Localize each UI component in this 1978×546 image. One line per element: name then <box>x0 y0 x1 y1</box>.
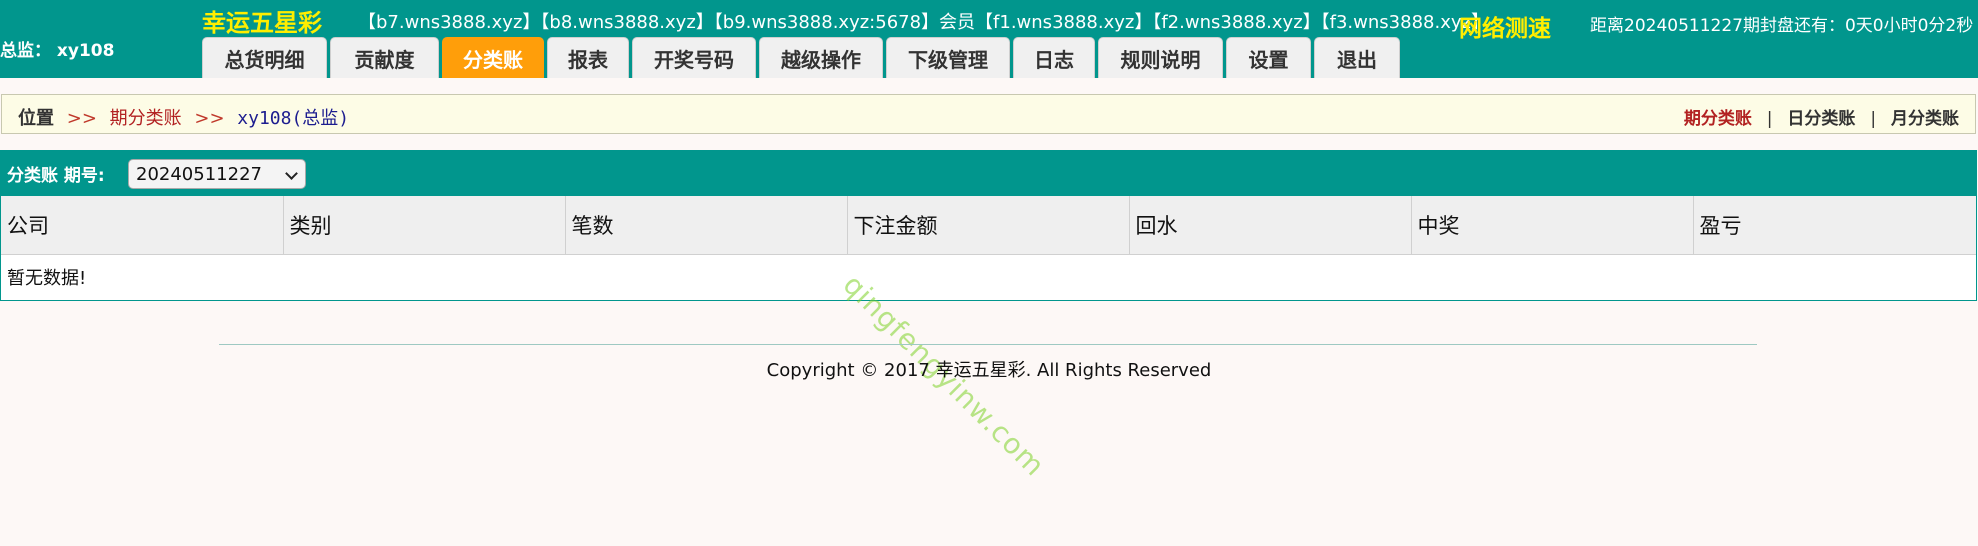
user-name: xy108 <box>56 41 115 61</box>
period-select-value: 20240511227 <box>136 164 262 185</box>
view-separator: | <box>1766 109 1773 129</box>
breadcrumb-separator: >> <box>194 108 225 129</box>
tab-skip-level-ops[interactable]: 越级操作 <box>759 37 883 78</box>
breadcrumb-bar: 位置 >> 期分类账 >> xy108(总监) 期分类账 | 日分类账 | 月分… <box>1 94 1976 134</box>
tab-settings[interactable]: 设置 <box>1226 37 1311 78</box>
brand-title: 幸运五星彩 <box>202 9 322 37</box>
ledger-table: 公司 类别 笔数 下注金额 回水 中奖 盈亏 暂无数据! <box>1 196 1976 300</box>
main-nav: 总货明细 贡献度 分类账 报表 开奖号码 越级操作 下级管理 日志 规则说明 设… <box>202 37 1400 78</box>
tab-subordinates[interactable]: 下级管理 <box>886 37 1010 78</box>
column-header-category: 类别 <box>283 196 566 255</box>
current-user: 总监： xy108 <box>0 36 114 61</box>
chevron-down-icon <box>285 167 298 180</box>
column-header-count: 笔数 <box>565 196 848 255</box>
tab-log[interactable]: 日志 <box>1013 37 1095 78</box>
column-header-bet-amount: 下注金额 <box>847 196 1130 255</box>
network-speed-test-link[interactable]: 网络测速 <box>1459 9 1551 43</box>
tab-contribution[interactable]: 贡献度 <box>330 37 439 78</box>
tab-reports[interactable]: 报表 <box>547 37 629 78</box>
table-row: 暂无数据! <box>1 254 1976 300</box>
empty-message: 暂无数据! <box>7 268 87 290</box>
tab-logout[interactable]: 退出 <box>1314 37 1400 78</box>
copyright: Copyright © 2017 幸运五星彩. All Rights Reser… <box>766 360 1212 381</box>
view-separator: | <box>1870 109 1877 129</box>
tab-total-detail[interactable]: 总货明细 <box>202 37 327 78</box>
top-header: 幸运五星彩 【b7.wns3888.xyz】【b8.wns3888.xyz】【b… <box>0 0 1978 78</box>
daily-ledger-link[interactable]: 日分类账 <box>1787 109 1855 129</box>
breadcrumb-separator: >> <box>66 108 97 129</box>
user-role: 总监： <box>0 41 51 61</box>
ledger-view-switch: 期分类账 | 日分类账 | 月分类账 <box>1684 104 1959 129</box>
breadcrumb-account-role: (总监) <box>291 108 350 129</box>
breadcrumb: 位置 >> 期分类账 >> xy108(总监) <box>18 104 349 130</box>
ledger-panel: 分类账 期号: 20240511227 公司 类别 笔数 下注金额 回水 中奖 … <box>0 150 1977 301</box>
column-header-company: 公司 <box>1 196 284 255</box>
column-header-profit-loss: 盈亏 <box>1693 196 1976 255</box>
footer-divider <box>219 344 1757 345</box>
domain-links: 【b7.wns3888.xyz】【b8.wns3888.xyz】【b9.wns3… <box>358 12 1489 33</box>
breadcrumb-account: xy108 <box>237 108 292 129</box>
table-header-row: 公司 类别 笔数 下注金额 回水 中奖 盈亏 <box>1 196 1976 255</box>
tab-draw-numbers[interactable]: 开奖号码 <box>632 37 756 78</box>
breadcrumb-label: 位置 <box>18 108 54 129</box>
period-select[interactable]: 20240511227 <box>128 159 306 189</box>
tab-rules[interactable]: 规则说明 <box>1098 37 1223 78</box>
tab-ledger[interactable]: 分类账 <box>442 37 544 78</box>
breadcrumb-page: 期分类账 <box>109 108 182 129</box>
close-countdown: 距离20240511227期封盘还有：0天0小时0分2秒 <box>1590 16 1974 36</box>
period-ledger-link[interactable]: 期分类账 <box>1684 109 1752 129</box>
column-header-winnings: 中奖 <box>1411 196 1694 255</box>
monthly-ledger-link[interactable]: 月分类账 <box>1891 109 1959 129</box>
ledger-title: 分类账 期号: <box>7 166 105 186</box>
column-header-rebate: 回水 <box>1129 196 1412 255</box>
ledger-panel-header: 分类账 期号: 20240511227 <box>1 151 1976 196</box>
